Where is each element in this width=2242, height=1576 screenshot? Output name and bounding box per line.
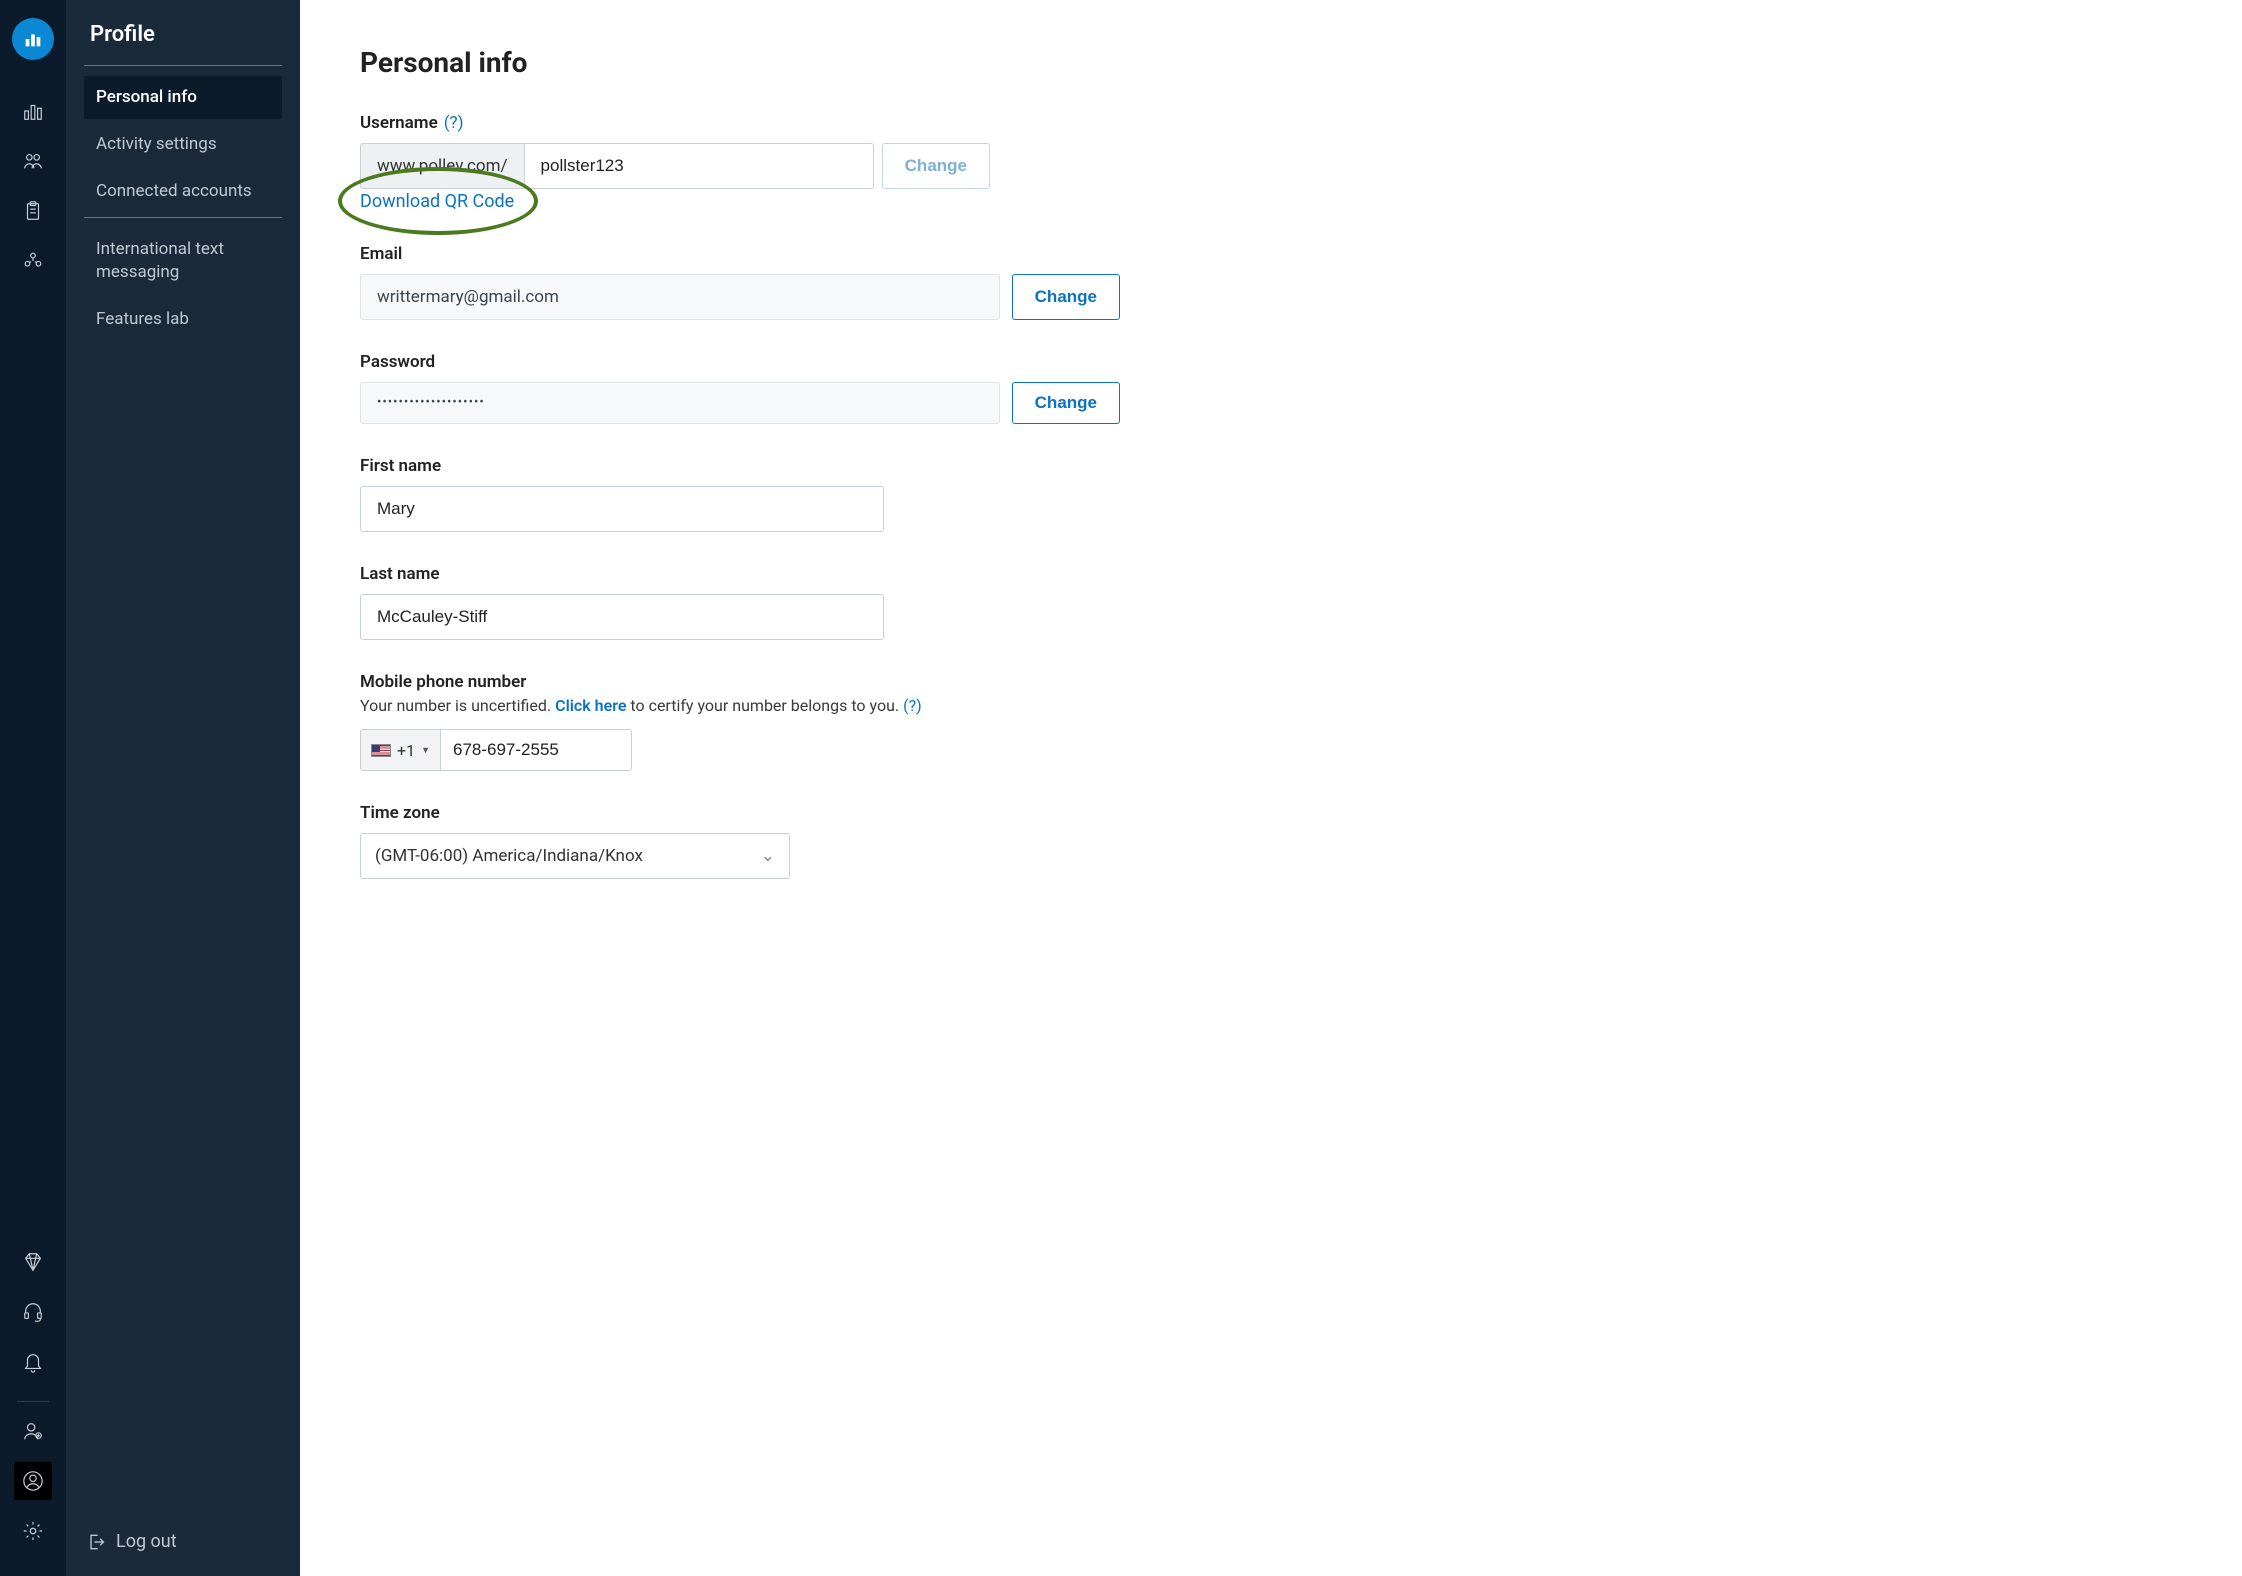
timezone-value: (GMT-06:00) America/Indiana/Knox — [375, 846, 643, 866]
nav-features-lab[interactable]: Features lab — [84, 298, 282, 341]
logo-icon[interactable] — [12, 18, 54, 60]
mobile-section: Mobile phone number Your number is uncer… — [360, 672, 2182, 771]
mobile-helper-post: to certify your number belongs to you. — [626, 696, 903, 715]
phone-country-code: +1 — [397, 741, 415, 760]
nav-personal-info[interactable]: Personal info — [84, 76, 282, 119]
timezone-select[interactable]: (GMT-06:00) America/Indiana/Knox ⌄ — [360, 833, 790, 879]
settings-icon[interactable] — [14, 1512, 52, 1550]
icon-rail — [0, 0, 66, 1576]
phone-country-selector[interactable]: +1 ▼ — [361, 730, 441, 770]
phone-number-input[interactable] — [441, 730, 632, 770]
bar-chart-icon[interactable] — [14, 92, 52, 130]
people-icon[interactable] — [14, 142, 52, 180]
last-name-label: Last name — [360, 564, 440, 584]
timezone-section: Time zone (GMT-06:00) America/Indiana/Kn… — [360, 803, 2182, 879]
main-content: Personal info Username (?) www.pollev.co… — [300, 0, 2242, 1576]
nav-activity-settings[interactable]: Activity settings — [84, 123, 282, 166]
chevron-down-icon: ▼ — [421, 745, 430, 756]
clipboard-icon[interactable] — [14, 192, 52, 230]
headset-icon[interactable] — [14, 1293, 52, 1331]
username-url-prefix: www.pollev.com/ — [360, 143, 524, 189]
bell-icon[interactable] — [14, 1343, 52, 1381]
sidebar-title: Profile — [84, 22, 282, 65]
nav-international-text[interactable]: International text messaging — [84, 228, 282, 294]
mobile-label: Mobile phone number — [360, 672, 526, 692]
phone-input-group: +1 ▼ — [360, 729, 632, 771]
first-name-label: First name — [360, 456, 441, 476]
username-section: Username (?) www.pollev.com/ Change Down… — [360, 113, 2182, 212]
first-name-section: First name — [360, 456, 2182, 532]
add-user-icon[interactable] — [14, 1412, 52, 1450]
profile-icon[interactable] — [14, 1462, 52, 1500]
download-qr-link[interactable]: Download QR Code — [360, 191, 514, 212]
timezone-label: Time zone — [360, 803, 440, 823]
mobile-helper-pre: Your number is uncertified. — [360, 696, 555, 715]
sidebar: Profile Personal info Activity settings … — [66, 0, 300, 1576]
team-icon[interactable] — [14, 242, 52, 280]
password-label: Password — [360, 352, 435, 372]
password-section: Password •••••••••••••••••••• Change — [360, 352, 2182, 424]
email-value: writtermary@gmail.com — [360, 274, 1000, 320]
logout-label: Log out — [116, 1531, 177, 1552]
email-change-button[interactable]: Change — [1012, 274, 1120, 320]
username-help-link[interactable]: (?) — [444, 113, 464, 133]
mobile-help-link[interactable]: (?) — [903, 696, 922, 715]
first-name-input[interactable] — [360, 486, 884, 532]
username-change-button[interactable]: Change — [882, 143, 990, 189]
logout-icon — [86, 1532, 106, 1552]
username-label: Username — [360, 113, 438, 133]
mobile-certify-link[interactable]: Click here — [555, 696, 626, 715]
diamond-icon[interactable] — [14, 1243, 52, 1281]
email-label: Email — [360, 244, 402, 264]
password-change-button[interactable]: Change — [1012, 382, 1120, 424]
nav-connected-accounts[interactable]: Connected accounts — [84, 170, 282, 213]
chevron-down-icon: ⌄ — [761, 846, 775, 866]
logout-button[interactable]: Log out — [84, 1525, 282, 1558]
divider — [84, 65, 282, 66]
us-flag-icon — [371, 744, 391, 757]
last-name-section: Last name — [360, 564, 2182, 640]
last-name-input[interactable] — [360, 594, 884, 640]
username-input[interactable] — [524, 143, 874, 189]
password-value: •••••••••••••••••••• — [360, 382, 1000, 424]
divider — [84, 217, 282, 218]
page-title: Personal info — [360, 46, 2182, 79]
email-section: Email writtermary@gmail.com Change — [360, 244, 2182, 320]
